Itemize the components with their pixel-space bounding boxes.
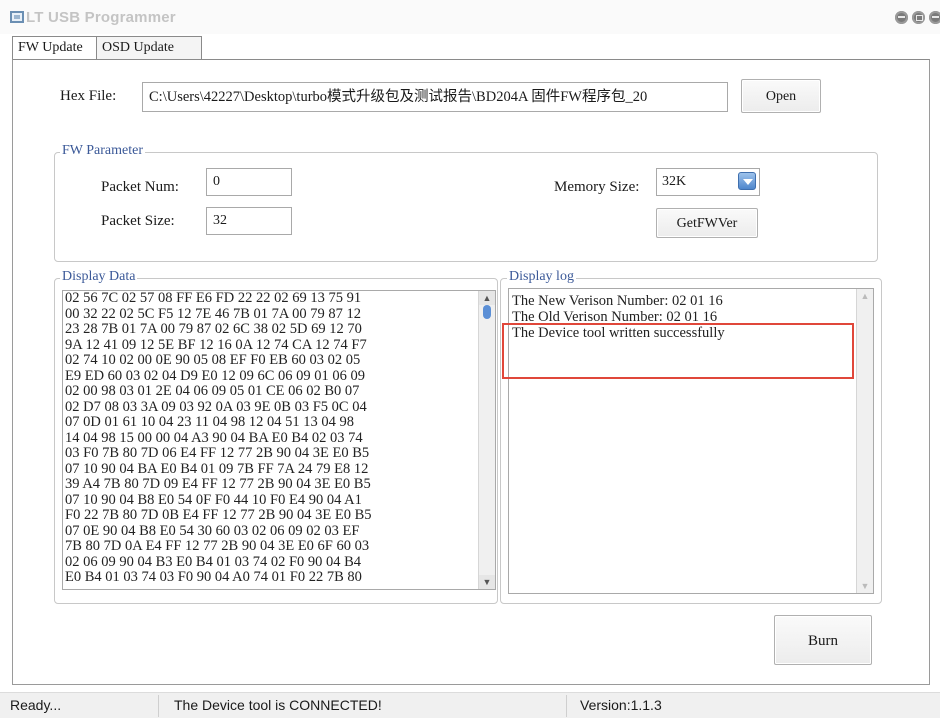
fw-parameter-title: FW Parameter: [60, 143, 145, 159]
memory-size-select[interactable]: 32K: [656, 168, 760, 196]
status-version: Version:1.1.3: [580, 697, 662, 713]
hex-data-line: 02 74 10 02 00 0E 90 05 08 EF F0 EB 60 0…: [65, 352, 361, 368]
memory-size-label: Memory Size:: [554, 179, 640, 195]
scroll-thumb[interactable]: [483, 305, 491, 319]
hex-data-line: E0 B4 01 03 74 03 F0 90 04 A0 74 01 F0 2…: [65, 569, 362, 585]
minimize-icon[interactable]: [895, 11, 908, 24]
display-data-title: Display Data: [60, 269, 138, 285]
maximize-icon[interactable]: [912, 11, 925, 24]
hex-data-line: 07 0D 01 61 10 04 23 11 04 98 12 04 51 1…: [65, 414, 355, 430]
status-bar: Ready... The Device tool is CONNECTED! V…: [0, 692, 940, 718]
burn-button[interactable]: Burn: [774, 615, 872, 665]
close-icon[interactable]: [929, 11, 940, 24]
packet-size-field[interactable]: 32: [206, 207, 292, 235]
hex-data-line: 07 10 90 04 B8 E0 54 0F F0 44 10 F0 E4 9…: [65, 491, 362, 508]
hex-data-line: 02 06 09 90 04 B3 E0 B4 01 03 74 02 F0 9…: [65, 553, 362, 570]
hex-data-line: 02 D7 08 03 3A 09 03 92 0A 03 9E 0B 03 F…: [65, 398, 367, 415]
hex-data-content: 02 56 7C 02 57 08 FF E6 FD 22 22 02 69 1…: [65, 291, 479, 586]
memory-size-value: 32K: [662, 174, 687, 189]
hex-file-path-field[interactable]: C:\Users\42227\Desktop\turbo模式升级包及测试报告\B…: [142, 82, 728, 112]
scroll-up-icon[interactable]: ▲: [857, 289, 873, 303]
hex-data-line: 39 A4 7B 80 7D 09 E4 FF 12 77 2B 90 04 3…: [65, 476, 371, 492]
hex-data-scrollbar[interactable]: ▲ ▼: [478, 291, 495, 589]
hex-file-label: Hex File:: [60, 88, 117, 104]
hex-data-line: 07 10 90 04 BA E0 B4 01 09 7B FF 7A 24 7…: [65, 460, 369, 477]
hex-data-line: 00 32 22 02 5C F5 12 7E 46 7B 01 7A 00 7…: [65, 305, 362, 322]
highlight-annotation: [502, 323, 854, 379]
app-icon: [10, 11, 24, 23]
hex-data-line: 02 00 98 03 01 2E 04 06 09 05 01 CE 06 0…: [65, 383, 360, 399]
log-scrollbar[interactable]: ▲ ▼: [856, 289, 873, 593]
status-divider: [566, 695, 567, 717]
hex-data-line: E9 ED 60 03 02 04 D9 E0 12 09 6C 06 09 0…: [65, 367, 366, 384]
scroll-down-icon[interactable]: ▼: [857, 579, 873, 593]
packet-size-label: Packet Size:: [101, 213, 175, 229]
packet-num-field[interactable]: 0: [206, 168, 292, 196]
title-bar: LT USB Programmer: [0, 0, 940, 34]
hex-data-line: 14 04 98 15 00 00 04 A3 90 04 BA E0 B4 0…: [65, 429, 363, 446]
status-state: Ready...: [10, 697, 62, 713]
display-log-title: Display log: [507, 269, 576, 285]
scroll-up-icon[interactable]: ▲: [479, 291, 495, 305]
packet-num-label: Packet Num:: [101, 179, 179, 195]
log-line: The New Verison Number: 02 01 16: [512, 293, 723, 309]
tab-fw-update[interactable]: FW Update: [12, 36, 108, 61]
hex-data-line: 03 F0 7B 80 7D 06 E4 FF 12 77 2B 90 04 3…: [65, 445, 370, 461]
chevron-down-icon[interactable]: [738, 172, 756, 190]
open-button[interactable]: Open: [741, 79, 821, 113]
window-title: LT USB Programmer: [26, 9, 176, 26]
status-connection: The Device tool is CONNECTED!: [174, 697, 382, 713]
hex-data-textarea[interactable]: 02 56 7C 02 57 08 FF E6 FD 22 22 02 69 1…: [62, 290, 496, 590]
hex-data-line: 02 56 7C 02 57 08 FF E6 FD 22 22 02 69 1…: [65, 290, 362, 306]
hex-data-line: 07 0E 90 04 B8 E0 54 30 60 03 02 06 09 0…: [65, 522, 360, 539]
hex-data-line: 23 28 7B 01 7A 00 79 87 02 6C 38 02 5D 6…: [65, 321, 362, 337]
tab-osd-update[interactable]: OSD Update: [96, 36, 202, 61]
scroll-down-icon[interactable]: ▼: [479, 575, 495, 589]
hex-data-line: 7B 80 7D 0A E4 FF 12 77 2B 90 04 3E E0 6…: [65, 538, 370, 554]
getfwver-button[interactable]: GetFWVer: [656, 208, 758, 238]
hex-data-line: F0 22 7B 80 7D 0B E4 FF 12 77 2B 90 04 3…: [65, 507, 372, 523]
hex-data-line: 9A 12 41 09 12 5E BF 12 16 0A 12 74 CA 1…: [65, 336, 367, 353]
status-divider: [158, 695, 159, 717]
